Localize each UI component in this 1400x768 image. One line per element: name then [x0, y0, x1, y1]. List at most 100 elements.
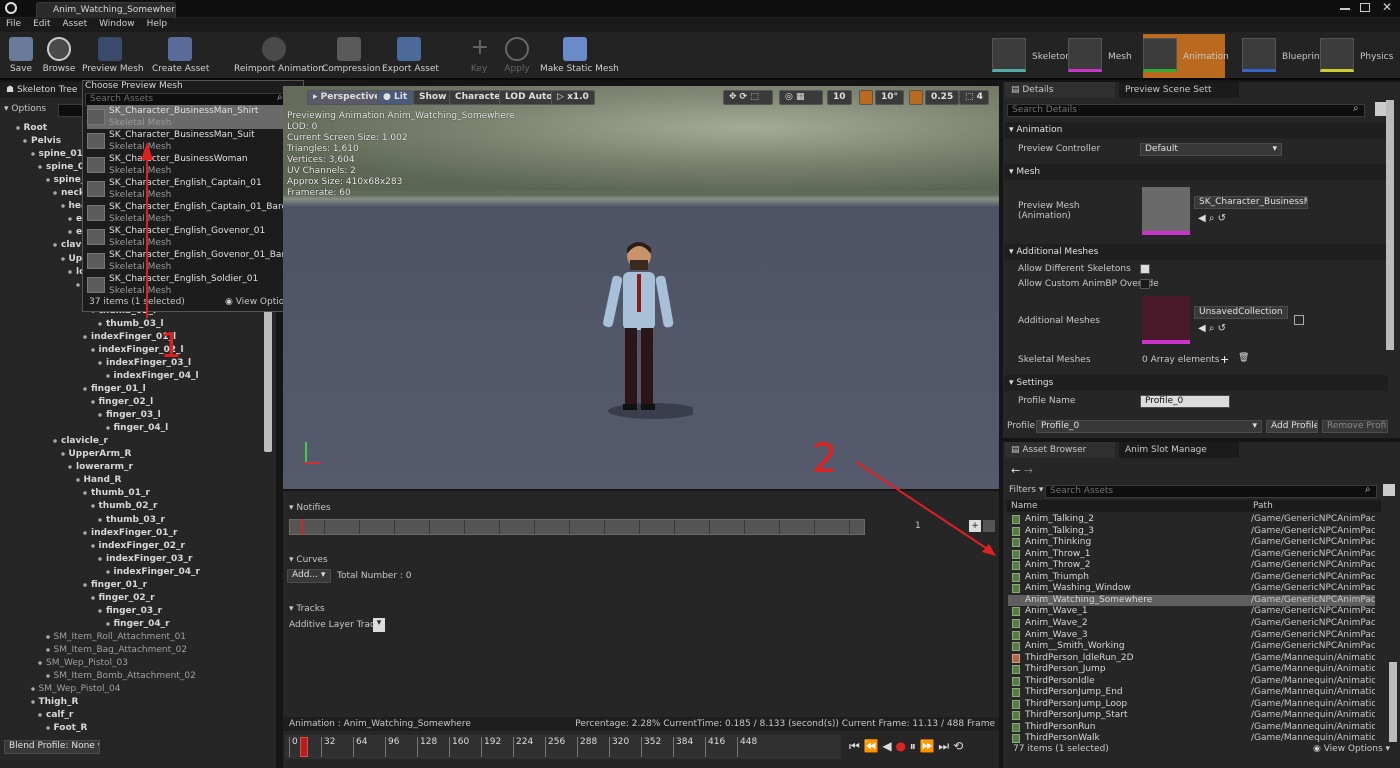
asset-row[interactable]: ThirdPersonIdle/Game/Mannequin/Animation…: [1025, 676, 1375, 688]
document-tab[interactable]: Anim_Watching_Somewhere: [36, 2, 176, 18]
preview-mesh-button[interactable]: Preview Mesh: [82, 34, 144, 78]
asset-row[interactable]: Anim__Smith_Working/Game/GenericNPCAnimP…: [1025, 641, 1375, 653]
additional-meshes-section-header[interactable]: ▾ Additional Meshes: [1005, 244, 1388, 260]
asset-row[interactable]: Anim_Throw_1/Game/GenericNPCAnimPack/A: [1025, 549, 1375, 561]
bone-row[interactable]: SM_Item_Bag_Attachment_02: [43, 644, 188, 657]
anim-slot-tab[interactable]: Anim Slot Manage: [1119, 442, 1239, 458]
create-asset-button[interactable]: Create Asset: [152, 34, 209, 78]
mode-physics[interactable]: Physics: [1320, 34, 1398, 78]
bone-row[interactable]: finger_02_l: [88, 396, 154, 410]
asset-row[interactable]: ThirdPersonJump_Start/Game/Mannequin/Ani…: [1025, 710, 1375, 722]
animation-section-header[interactable]: ▾ Animation: [1005, 122, 1388, 138]
notifies-section[interactable]: ▾ Notifies: [289, 503, 331, 513]
grid-snap-value[interactable]: 10: [827, 90, 852, 105]
asset-row[interactable]: Anim_Wave_3/Game/GenericNPCAnimPack/A: [1025, 630, 1375, 642]
details-search-input[interactable]: Search Details: [1007, 104, 1365, 117]
asset-row[interactable]: ThirdPerson_Jump/Game/Mannequin/Animatio…: [1025, 664, 1375, 676]
playback-controls[interactable]: ⏮ ⏪ ◀ ● ⏸ ⏩ ⏭ ⟲: [849, 739, 963, 754]
details-tab[interactable]: ▤ Details: [1005, 82, 1115, 98]
menu-edit[interactable]: Edit: [27, 18, 56, 30]
bone-row[interactable]: thumb_01_r: [81, 487, 150, 501]
asset-row[interactable]: Anim_Talking_2/Game/GenericNPCAnimPack/A: [1025, 514, 1375, 526]
menu-window[interactable]: Window: [93, 18, 141, 30]
remove-profile-button[interactable]: Remove Profile: [1322, 420, 1388, 433]
bone-row[interactable]: Thigh_R: [28, 696, 79, 710]
speed-button[interactable]: ▷ x1.0: [551, 90, 595, 105]
camera-speed[interactable]: ⬚ 4: [959, 90, 989, 105]
mesh-thumbnail[interactable]: [1142, 187, 1190, 235]
bone-row[interactable]: neck: [51, 187, 85, 201]
scale-snap-value[interactable]: 0.25: [925, 90, 960, 105]
step-back-icon[interactable]: ⏪: [864, 739, 879, 753]
add-notify-track-icon[interactable]: +: [969, 520, 981, 532]
minimize-icon[interactable]: [1340, 8, 1350, 10]
perspective-button[interactable]: ▸ Perspective: [307, 90, 387, 105]
asset-settings-icon[interactable]: [1383, 484, 1395, 496]
play-reverse-icon[interactable]: ◀: [882, 739, 891, 753]
apply-button[interactable]: Apply: [502, 34, 532, 78]
menu-file[interactable]: File: [0, 18, 27, 30]
asset-search-input[interactable]: Search Assets: [1045, 485, 1377, 498]
export-asset-button[interactable]: Export Asset: [382, 34, 439, 78]
bone-row[interactable]: thumb_02_r: [88, 500, 158, 514]
preview-mesh-item[interactable]: SK_Character_English_Govenor_01 Skeletal …: [87, 225, 293, 249]
menu-help[interactable]: Help: [141, 18, 174, 30]
asset-row[interactable]: Anim_Wave_2/Game/GenericNPCAnimPack/A: [1025, 618, 1375, 630]
make-static-mesh-button[interactable]: Make Static Mesh: [540, 34, 619, 78]
column-name[interactable]: Name: [1011, 501, 1038, 511]
asset-row[interactable]: ThirdPerson_IdleRun_2D/Game/Mannequin/An…: [1025, 653, 1375, 665]
bone-row[interactable]: finger_04_r: [103, 617, 170, 631]
bone-row[interactable]: calf_r: [36, 709, 74, 723]
bone-row[interactable]: e: [66, 213, 83, 227]
go-start-icon[interactable]: ⏮: [849, 739, 860, 753]
bone-row[interactable]: indexFinger_04_l: [103, 369, 199, 383]
lod-button[interactable]: LOD Auto: [499, 90, 559, 105]
rotation-snap-value[interactable]: 10°: [875, 90, 905, 105]
show-button[interactable]: Show: [413, 90, 453, 105]
preview-mesh-item[interactable]: SK_Character_BusinessMan_Suit Skeletal Me…: [87, 129, 293, 153]
maximize-icon[interactable]: [1360, 3, 1370, 12]
asset-row[interactable]: Anim_Throw_2/Game/GenericNPCAnimPack/A: [1025, 560, 1375, 572]
back-forward-icons[interactable]: ← →: [1011, 464, 1033, 477]
asset-row[interactable]: ThirdPersonJump_End/Game/Mannequin/Anima…: [1025, 687, 1375, 699]
close-icon[interactable]: ✕: [1382, 0, 1392, 14]
allow-custom-animbp-checkbox[interactable]: [1140, 279, 1150, 289]
blend-profile-dropdown[interactable]: Blend Profile: None ▾: [4, 740, 100, 754]
add-element-icon[interactable]: +: [1220, 353, 1229, 366]
additive-dropdown[interactable]: ▾: [373, 618, 385, 632]
lit-button[interactable]: ● Lit: [377, 90, 414, 105]
asset-row[interactable]: Anim_Triumph/Game/GenericNPCAnimPack/A: [1025, 572, 1375, 584]
preview-mesh-item[interactable]: SK_Character_English_Captain_01 Skeletal …: [87, 177, 293, 201]
filters-button[interactable]: Filters ▾: [1009, 485, 1043, 495]
add-profile-button[interactable]: Add Profile: [1266, 420, 1318, 433]
menu-asset[interactable]: Asset: [57, 18, 94, 30]
save-button[interactable]: Save: [6, 34, 36, 78]
options-dropdown[interactable]: ▾ Options: [4, 104, 46, 114]
asset-browser-tab[interactable]: ▤ Asset Browser: [1005, 442, 1115, 458]
notify-track[interactable]: [289, 519, 865, 535]
preview-mesh-dropdown[interactable]: SK_Character_BusinessMan_: [1194, 196, 1308, 209]
viewport[interactable]: ▸ Perspective ● Lit Show Character LOD A…: [283, 86, 999, 489]
delete-element-icon[interactable]: 🗑: [1238, 353, 1249, 363]
bone-row[interactable]: finger_01_r: [81, 578, 148, 592]
mode-mesh[interactable]: Mesh: [1068, 34, 1138, 78]
add-curve-button[interactable]: Add... ▾: [287, 569, 331, 583]
bone-row[interactable]: indexFinger_04_r: [103, 565, 200, 579]
asset-row[interactable]: Anim_Washing_Window/Game/GenericNPCAnimP…: [1025, 583, 1375, 595]
preview-mesh-item[interactable]: SK_Character_BusinessMan_Shirt Skeletal M…: [87, 105, 293, 129]
transform-tools[interactable]: ✥ ⟳ ⬚: [723, 90, 773, 105]
preview-controller-dropdown[interactable]: Default ▾: [1140, 143, 1282, 156]
record-icon[interactable]: ●: [895, 739, 905, 753]
asset-row[interactable]: Anim_Wave_1/Game/GenericNPCAnimPack/A: [1025, 606, 1375, 618]
profile-name-input[interactable]: Profile_0: [1140, 395, 1230, 408]
bone-row[interactable]: SM_Wep_Pistol_03: [36, 657, 129, 671]
curves-section[interactable]: ▾ Curves: [289, 555, 328, 565]
bone-row[interactable]: indexFinger_02_r: [88, 539, 185, 553]
bone-row[interactable]: SM_Wep_Pistol_04: [28, 683, 121, 697]
bone-row[interactable]: lowerarm_r: [66, 461, 133, 475]
asset-view-options[interactable]: ◉ View Options ▾: [1313, 744, 1390, 754]
remove-notify-track-icon[interactable]: [983, 520, 995, 532]
bone-row[interactable]: SM_Item_Bomb_Attachment_02: [43, 670, 196, 684]
column-path[interactable]: Path: [1253, 501, 1273, 511]
pause-icon[interactable]: ⏸: [910, 739, 916, 753]
